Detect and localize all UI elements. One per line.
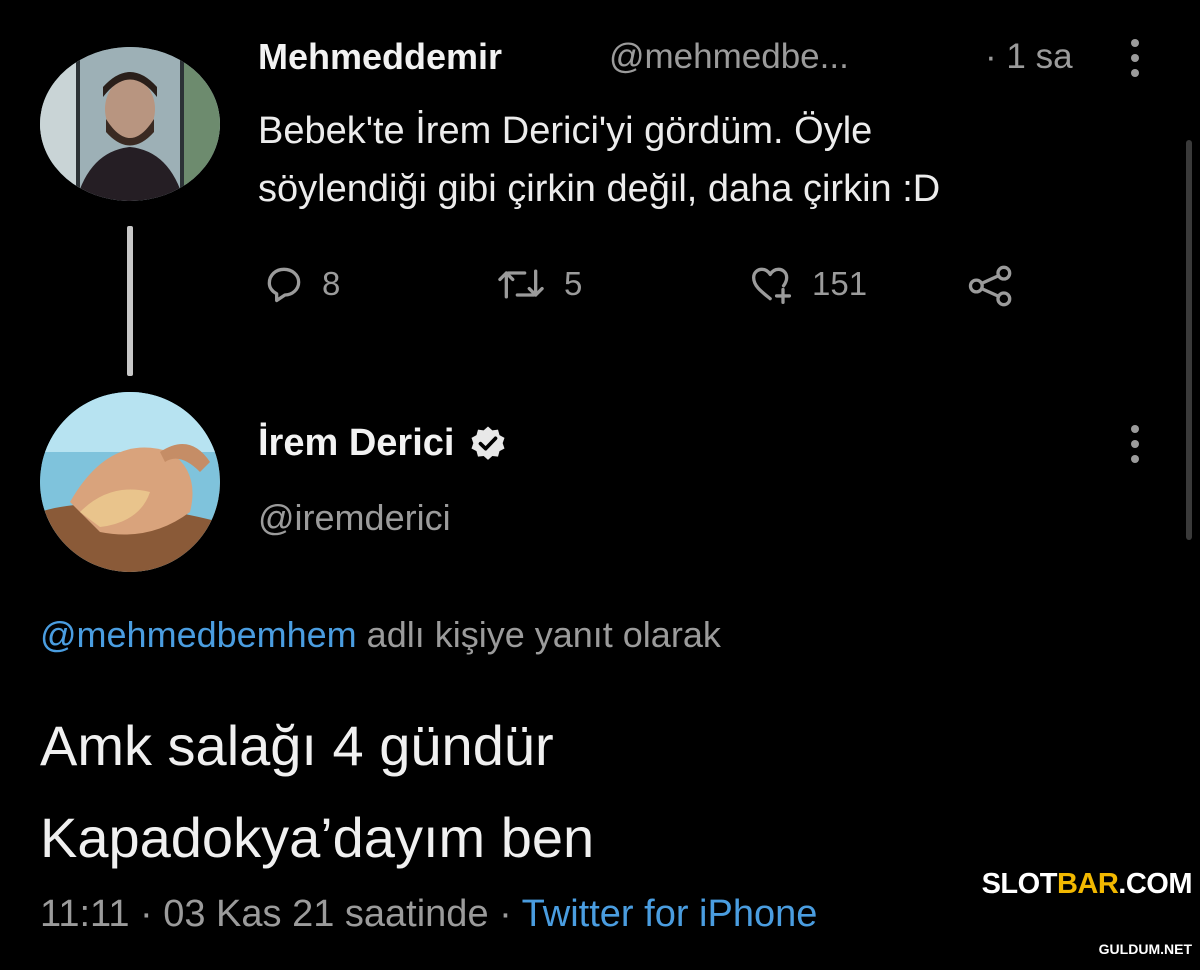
like-icon — [752, 267, 792, 304]
thread-line — [127, 226, 133, 376]
avatar-mehmeddemir[interactable] — [40, 47, 220, 201]
like-count: 151 — [812, 265, 868, 302]
more-vertical-icon[interactable] — [1125, 36, 1145, 85]
reply-mention-link[interactable]: @mehmedbemhem — [40, 614, 357, 655]
watermark-text: .COM — [1118, 868, 1192, 900]
watermark-text: BAR — [1056, 868, 1119, 900]
reply-context-text: adlı kişiye yanıt olarak — [356, 614, 721, 655]
watermark-text: SLOT — [981, 868, 1058, 900]
display-name-verified[interactable]: İrem Derici — [258, 422, 508, 465]
share-button[interactable] — [966, 264, 1016, 308]
share-icon — [968, 265, 1012, 307]
scrollbar[interactable] — [1186, 140, 1192, 540]
reply-icon — [267, 267, 301, 303]
tweet-time[interactable]: · 1 sa — [985, 37, 1073, 77]
tweet-text-line: Kapadokya’dayım ben — [40, 806, 595, 869]
retweet-button[interactable]: 5 — [494, 262, 582, 306]
tweet-text-line: Amk salağı 4 gündür — [40, 714, 554, 777]
reply-context: @mehmedbemhem adlı kişiye yanıt olarak — [40, 614, 721, 656]
retweet-count: 5 — [564, 265, 583, 302]
tweet-source-link[interactable]: Twitter for iPhone — [522, 893, 818, 935]
display-name[interactable]: İrem Derici — [258, 422, 454, 465]
avatar-irem-derici[interactable] — [40, 392, 220, 572]
retweet-icon — [498, 269, 544, 299]
reply-button[interactable]: 8 — [262, 262, 340, 306]
tweet-text: Amk salağı 4 gündür Kapadokya’dayım ben — [40, 700, 1140, 884]
user-handle[interactable]: @mehmedbe... — [609, 37, 849, 77]
slotbar-watermark: SLOTBAR.COM — [981, 868, 1193, 901]
guldum-watermark: GULDUM.NET — [1098, 941, 1192, 957]
tweet-timestamp[interactable]: 11:11 · 03 Kas 21 saatinde · — [40, 893, 522, 935]
tweet-text-line: söylendiği gibi çirkin değil, daha çirki… — [258, 168, 941, 210]
verified-icon — [471, 426, 505, 460]
reply-count: 8 — [322, 265, 341, 302]
like-button[interactable]: 151 — [748, 262, 867, 306]
display-name[interactable]: Mehmeddemir — [258, 36, 502, 78]
tweet-text: Bebek'te İrem Derici'yi gördüm. Öyle söy… — [258, 102, 1158, 218]
user-handle[interactable]: @iremderici — [258, 497, 451, 539]
tweet-meta: 11:11 · 03 Kas 21 saatinde · Twitter for… — [40, 893, 817, 936]
more-vertical-icon[interactable] — [1125, 422, 1145, 471]
tweet-text-line: Bebek'te İrem Derici'yi gördüm. Öyle — [258, 110, 873, 152]
